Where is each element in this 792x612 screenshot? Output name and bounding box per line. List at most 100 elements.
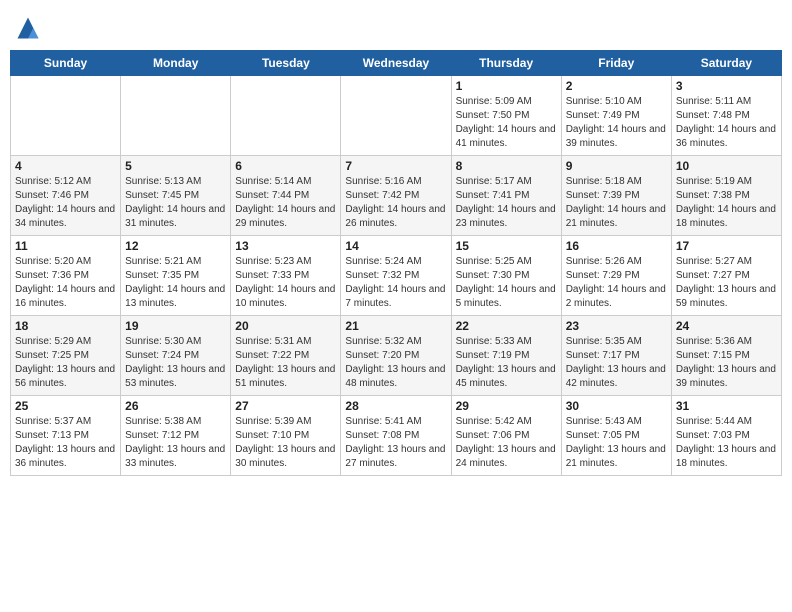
day-number: 23	[566, 319, 667, 333]
day-number: 15	[456, 239, 557, 253]
day-info: Sunrise: 5:10 AM Sunset: 7:49 PM Dayligh…	[566, 95, 667, 151]
day-number: 26	[125, 399, 226, 413]
day-cell-13: 13 Sunrise: 5:23 AM Sunset: 7:33 PM Dayli…	[231, 236, 341, 316]
day-cell-17: 17Sunrise: 5:27 AM Sunset: 7:27 PM Dayli…	[671, 236, 781, 316]
day-info: Sunrise: 5:20 AM Sunset: 7:36 PM Dayligh…	[15, 255, 116, 311]
day-info: Sunrise: 5:30 AM Sunset: 7:24 PM Dayligh…	[125, 335, 226, 391]
day-number: 27	[235, 399, 336, 413]
header-monday: Monday	[121, 51, 231, 76]
day-number: 12	[125, 239, 226, 253]
day-number: 24	[676, 319, 777, 333]
day-cell-10: 10 Sunrise: 5:19 AM Sunset: 7:38 PM Dayli…	[671, 156, 781, 236]
week-row-1: 1Sunrise: 5:09 AM Sunset: 7:50 PM Daylig…	[11, 76, 782, 156]
day-info: Sunrise: 5:36 AM Sunset: 7:15 PM Dayligh…	[676, 335, 777, 391]
day-cell-22: 22 Sunrise: 5:33 AM Sunset: 7:19 PM Dayli…	[451, 316, 561, 396]
weekday-header-row: Sunday Monday Tuesday Wednesday Thursday…	[11, 51, 782, 76]
day-number: 20	[235, 319, 336, 333]
day-cell-29: 29 Sunrise: 5:42 AM Sunset: 7:06 PM Dayli…	[451, 396, 561, 476]
day-info: Sunrise: 5:33 AM Sunset: 7:19 PM Dayligh…	[456, 335, 557, 391]
day-number: 1	[456, 79, 557, 93]
empty-cell	[231, 76, 341, 156]
day-info: Sunrise: 5:14 AM Sunset: 7:44 PM Dayligh…	[235, 175, 336, 231]
day-number: 2	[566, 79, 667, 93]
logo	[14, 14, 46, 42]
day-number: 30	[566, 399, 667, 413]
day-cell-14: 14 Sunrise: 5:24 AM Sunset: 7:32 PM Dayli…	[341, 236, 451, 316]
day-number: 29	[456, 399, 557, 413]
day-number: 10	[676, 159, 777, 173]
day-number: 25	[15, 399, 116, 413]
day-cell-6: 6 Sunrise: 5:14 AM Sunset: 7:44 PM Daylig…	[231, 156, 341, 236]
day-cell-11: 11 Sunrise: 5:20 AM Sunset: 7:36 PM Dayli…	[11, 236, 121, 316]
day-cell-25: 25 Sunrise: 5:37 AM Sunset: 7:13 PM Dayli…	[11, 396, 121, 476]
week-row-4: 18 Sunrise: 5:29 AM Sunset: 7:25 PM Dayli…	[11, 316, 782, 396]
day-cell-1: 1Sunrise: 5:09 AM Sunset: 7:50 PM Daylig…	[451, 76, 561, 156]
day-cell-31: 31 Sunrise: 5:44 AM Sunset: 7:03 PM Dayli…	[671, 396, 781, 476]
day-info: Sunrise: 5:37 AM Sunset: 7:13 PM Dayligh…	[15, 415, 116, 471]
day-number: 9	[566, 159, 667, 173]
empty-cell	[341, 76, 451, 156]
day-info: Sunrise: 5:21 AM Sunset: 7:35 PM Dayligh…	[125, 255, 226, 311]
header-thursday: Thursday	[451, 51, 561, 76]
calendar-header: Sunday Monday Tuesday Wednesday Thursday…	[11, 51, 782, 76]
day-info: Sunrise: 5:29 AM Sunset: 7:25 PM Dayligh…	[15, 335, 116, 391]
day-info: Sunrise: 5:42 AM Sunset: 7:06 PM Dayligh…	[456, 415, 557, 471]
day-cell-21: 21 Sunrise: 5:32 AM Sunset: 7:20 PM Dayli…	[341, 316, 451, 396]
week-row-5: 25 Sunrise: 5:37 AM Sunset: 7:13 PM Dayli…	[11, 396, 782, 476]
day-cell-30: 30 Sunrise: 5:43 AM Sunset: 7:05 PM Dayli…	[561, 396, 671, 476]
day-number: 11	[15, 239, 116, 253]
day-info: Sunrise: 5:19 AM Sunset: 7:38 PM Dayligh…	[676, 175, 777, 231]
day-number: 22	[456, 319, 557, 333]
day-cell-23: 23 Sunrise: 5:35 AM Sunset: 7:17 PM Dayli…	[561, 316, 671, 396]
day-info: Sunrise: 5:26 AM Sunset: 7:29 PM Dayligh…	[566, 255, 667, 311]
day-number: 13	[235, 239, 336, 253]
calendar-table: Sunday Monday Tuesday Wednesday Thursday…	[10, 50, 782, 476]
day-number: 8	[456, 159, 557, 173]
empty-cell	[121, 76, 231, 156]
day-number: 18	[15, 319, 116, 333]
day-info: Sunrise: 5:23 AM Sunset: 7:33 PM Dayligh…	[235, 255, 336, 311]
day-cell-24: 24 Sunrise: 5:36 AM Sunset: 7:15 PM Dayli…	[671, 316, 781, 396]
day-info: Sunrise: 5:43 AM Sunset: 7:05 PM Dayligh…	[566, 415, 667, 471]
day-info: Sunrise: 5:18 AM Sunset: 7:39 PM Dayligh…	[566, 175, 667, 231]
day-number: 5	[125, 159, 226, 173]
day-cell-5: 5Sunrise: 5:13 AM Sunset: 7:45 PM Daylig…	[121, 156, 231, 236]
page-header	[10, 10, 782, 42]
day-cell-16: 16 Sunrise: 5:26 AM Sunset: 7:29 PM Dayli…	[561, 236, 671, 316]
day-cell-8: 8 Sunrise: 5:17 AM Sunset: 7:41 PM Daylig…	[451, 156, 561, 236]
empty-cell	[11, 76, 121, 156]
day-cell-7: 7Sunrise: 5:16 AM Sunset: 7:42 PM Daylig…	[341, 156, 451, 236]
day-info: Sunrise: 5:32 AM Sunset: 7:20 PM Dayligh…	[345, 335, 446, 391]
day-number: 16	[566, 239, 667, 253]
day-number: 21	[345, 319, 446, 333]
week-row-2: 4Sunrise: 5:12 AM Sunset: 7:46 PM Daylig…	[11, 156, 782, 236]
day-number: 28	[345, 399, 446, 413]
day-number: 14	[345, 239, 446, 253]
day-info: Sunrise: 5:35 AM Sunset: 7:17 PM Dayligh…	[566, 335, 667, 391]
day-cell-20: 20Sunrise: 5:31 AM Sunset: 7:22 PM Dayli…	[231, 316, 341, 396]
header-tuesday: Tuesday	[231, 51, 341, 76]
day-number: 17	[676, 239, 777, 253]
day-cell-19: 19Sunrise: 5:30 AM Sunset: 7:24 PM Dayli…	[121, 316, 231, 396]
day-cell-4: 4Sunrise: 5:12 AM Sunset: 7:46 PM Daylig…	[11, 156, 121, 236]
logo-icon	[14, 14, 42, 42]
day-number: 6	[235, 159, 336, 173]
day-number: 4	[15, 159, 116, 173]
day-cell-2: 2 Sunrise: 5:10 AM Sunset: 7:49 PM Daylig…	[561, 76, 671, 156]
header-sunday: Sunday	[11, 51, 121, 76]
day-info: Sunrise: 5:11 AM Sunset: 7:48 PM Dayligh…	[676, 95, 777, 151]
day-cell-28: 28 Sunrise: 5:41 AM Sunset: 7:08 PM Dayli…	[341, 396, 451, 476]
day-info: Sunrise: 5:24 AM Sunset: 7:32 PM Dayligh…	[345, 255, 446, 311]
header-saturday: Saturday	[671, 51, 781, 76]
day-number: 31	[676, 399, 777, 413]
day-cell-3: 3Sunrise: 5:11 AM Sunset: 7:48 PM Daylig…	[671, 76, 781, 156]
day-cell-26: 26Sunrise: 5:38 AM Sunset: 7:12 PM Dayli…	[121, 396, 231, 476]
day-info: Sunrise: 5:44 AM Sunset: 7:03 PM Dayligh…	[676, 415, 777, 471]
day-cell-12: 12 Sunrise: 5:21 AM Sunset: 7:35 PM Dayli…	[121, 236, 231, 316]
day-info: Sunrise: 5:41 AM Sunset: 7:08 PM Dayligh…	[345, 415, 446, 471]
week-row-3: 11 Sunrise: 5:20 AM Sunset: 7:36 PM Dayli…	[11, 236, 782, 316]
calendar-body: 1Sunrise: 5:09 AM Sunset: 7:50 PM Daylig…	[11, 76, 782, 476]
day-info: Sunrise: 5:17 AM Sunset: 7:41 PM Dayligh…	[456, 175, 557, 231]
day-info: Sunrise: 5:39 AM Sunset: 7:10 PM Dayligh…	[235, 415, 336, 471]
day-cell-18: 18 Sunrise: 5:29 AM Sunset: 7:25 PM Dayli…	[11, 316, 121, 396]
